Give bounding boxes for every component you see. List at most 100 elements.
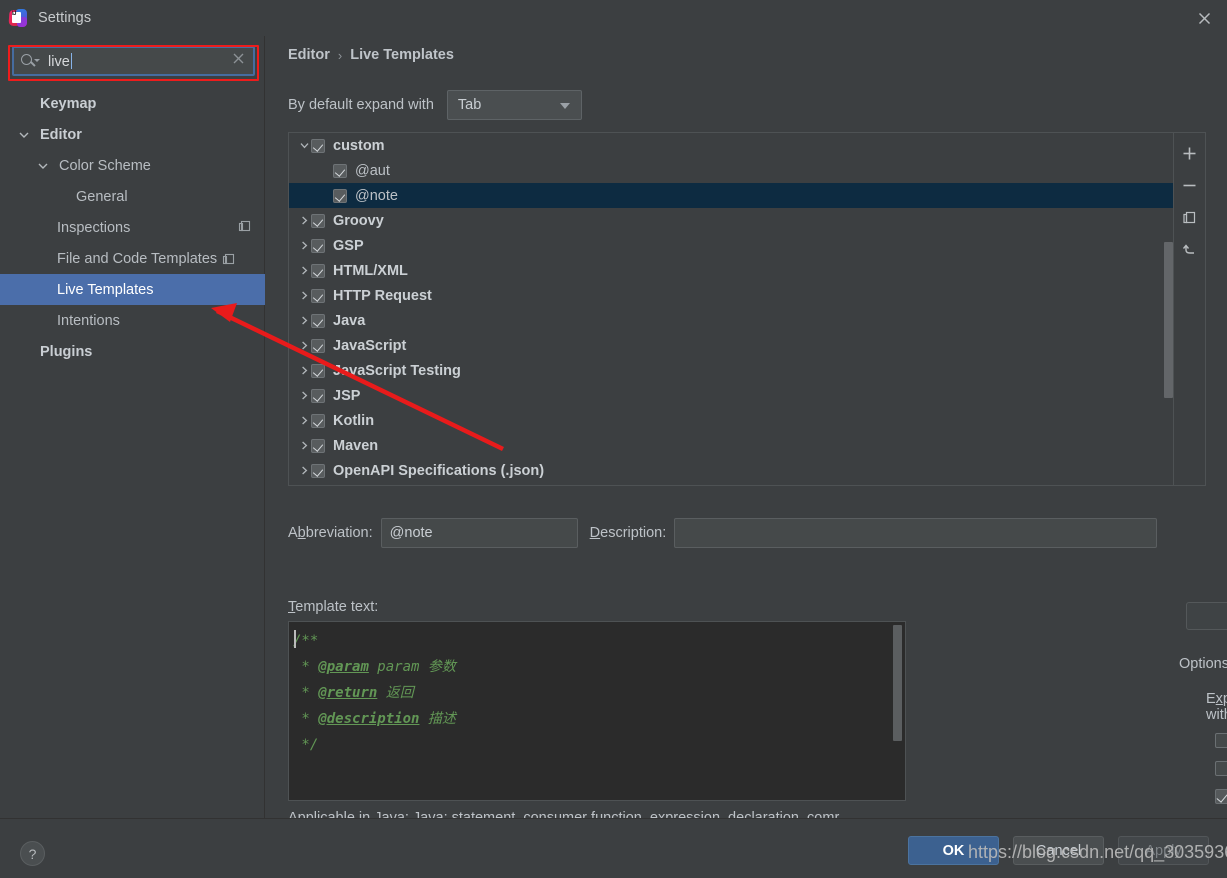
search-input[interactable]: live	[48, 52, 73, 70]
copy-template-button[interactable]	[1174, 201, 1205, 233]
chevron-right-icon[interactable]	[297, 264, 311, 278]
chevron-right-icon[interactable]	[297, 314, 311, 328]
checkbox[interactable]	[1215, 732, 1227, 748]
tree-row[interactable]: @aut	[289, 158, 1173, 183]
sidebar-item-intentions[interactable]: Intentions	[0, 305, 265, 336]
tree-row-checkbox[interactable]	[311, 238, 325, 253]
tree-row[interactable]: OpenAPI Specifications (.json)	[289, 458, 1173, 483]
sidebar-item-file-and-code-templates[interactable]: File and Code Templates	[0, 243, 265, 274]
breadcrumb: Editor › Live Templates	[288, 47, 454, 63]
tree-row-checkbox[interactable]	[311, 388, 325, 403]
chevron-right-icon[interactable]	[297, 339, 311, 353]
chevron-right-icon[interactable]	[297, 289, 311, 303]
tree-row[interactable]: Maven	[289, 433, 1173, 458]
title-bar: IJ Settings	[0, 0, 1227, 36]
expand-with-label: Expand with	[1206, 691, 1227, 723]
close-icon[interactable]	[1181, 0, 1227, 36]
tree-row-checkbox[interactable]	[311, 338, 325, 353]
add-template-button[interactable]	[1174, 137, 1205, 169]
chevron-right-icon[interactable]	[297, 414, 311, 428]
checkbox[interactable]	[1215, 760, 1227, 776]
editor-scrollbar[interactable]	[893, 625, 902, 741]
tree-row[interactable]: GSP	[289, 233, 1173, 258]
chevron-right-icon[interactable]	[297, 464, 311, 478]
tree-row-label: GSP	[333, 237, 364, 254]
chevron-right-icon[interactable]	[297, 389, 311, 403]
revert-template-button[interactable]	[1174, 233, 1205, 265]
tree-row-checkbox[interactable]	[333, 163, 347, 178]
twisty-placeholder	[319, 189, 333, 203]
breadcrumb-parent[interactable]: Editor	[288, 47, 330, 63]
chevron-right-icon[interactable]	[297, 439, 311, 453]
tree-row-checkbox[interactable]	[311, 138, 325, 153]
default-expand-select[interactable]: Tab	[446, 90, 582, 120]
tree-row[interactable]: Kotlin	[289, 408, 1173, 433]
tree-row-checkbox[interactable]	[311, 288, 325, 303]
tree-row-label: Maven	[333, 437, 379, 454]
live-templates-tree-panel: custom @aut @note Groovy GSP HTML/XML HT…	[288, 132, 1206, 486]
tree-row-checkbox[interactable]	[311, 413, 325, 428]
checkbox[interactable]	[1215, 788, 1227, 804]
help-button[interactable]: ?	[20, 841, 45, 866]
option-use-static-import-if-possible[interactable]: Use static import if possible	[1215, 754, 1227, 782]
tree-row[interactable]: Java	[289, 308, 1173, 333]
breadcrumb-current: Live Templates	[350, 47, 454, 63]
live-templates-tree[interactable]: custom @aut @note Groovy GSP HTML/XML HT…	[289, 133, 1174, 485]
tree-row[interactable]: custom	[289, 133, 1173, 158]
tree-row[interactable]: JavaScript	[289, 333, 1173, 358]
tree-row-label: OpenAPI Specifications (.json)	[333, 462, 545, 479]
options-legend-label: Options	[1179, 656, 1227, 672]
revert-icon	[1182, 244, 1194, 254]
chevron-right-icon[interactable]	[297, 364, 311, 378]
sidebar-item-editor[interactable]: Editor	[0, 119, 265, 150]
sidebar-item-plugins[interactable]: Plugins	[0, 336, 265, 367]
settings-sidebar: live Keymap Editor Color Scheme General …	[0, 36, 265, 818]
tree-row-checkbox[interactable]	[311, 263, 325, 278]
search-input-value: live	[48, 53, 70, 70]
sidebar-item-keymap[interactable]: Keymap	[0, 88, 265, 119]
description-input[interactable]	[674, 518, 1158, 548]
tree-row-checkbox[interactable]	[311, 438, 325, 453]
minus-icon	[1183, 184, 1196, 186]
description-label: Description:	[589, 525, 667, 541]
tree-row[interactable]: Groovy	[289, 208, 1173, 233]
tree-row[interactable]: HTML/XML	[289, 258, 1173, 283]
tree-row-checkbox[interactable]	[311, 363, 325, 378]
sidebar-item-live-templates[interactable]: Live Templates	[0, 274, 265, 305]
sidebar-item-general[interactable]: General	[0, 181, 265, 212]
tree-row-label: @note	[355, 187, 398, 204]
tree-row-label: custom	[333, 137, 385, 154]
tree-row-checkbox[interactable]	[311, 213, 325, 228]
chevron-right-icon[interactable]	[297, 239, 311, 253]
chevron-down-icon[interactable]	[37, 160, 49, 172]
plus-icon	[1183, 147, 1196, 159]
chevron-down-icon[interactable]	[18, 129, 30, 141]
remove-template-button[interactable]	[1174, 169, 1205, 201]
option-shorten-fq-names[interactable]: Shorten FQ names	[1215, 782, 1227, 810]
tree-row[interactable]: @note	[289, 183, 1173, 208]
tree-row-checkbox[interactable]	[333, 188, 347, 203]
template-text-editor[interactable]: /** * @param param 参数 * @return 返回 * @de…	[288, 621, 906, 801]
template-text-code: /** * @param param 参数 * @return 返回 * @de…	[293, 633, 456, 753]
logo-text: IJ	[12, 11, 17, 17]
chevron-right-icon[interactable]	[297, 214, 311, 228]
tree-row-checkbox[interactable]	[311, 463, 325, 478]
search-icon[interactable]	[20, 53, 42, 69]
chevron-down-icon[interactable]	[297, 139, 311, 153]
tree-row[interactable]: JavaScript Testing	[289, 358, 1173, 383]
twisty-placeholder	[319, 164, 333, 178]
sidebar-item-inspections[interactable]: Inspections	[0, 212, 265, 243]
tree-row[interactable]: HTTP Request	[289, 283, 1173, 308]
edit-variables-button[interactable]: Edit variables	[1186, 602, 1227, 630]
tree-scrollbar[interactable]	[1164, 242, 1173, 398]
settings-nav-list: Keymap Editor Color Scheme General Inspe…	[0, 88, 265, 367]
abbreviation-input[interactable]: @note	[380, 518, 578, 548]
tree-row[interactable]: JSP	[289, 383, 1173, 408]
sidebar-item-color-scheme[interactable]: Color Scheme	[0, 150, 265, 181]
search-field-wrapper[interactable]: live	[12, 46, 255, 76]
tree-row-checkbox[interactable]	[311, 313, 325, 328]
help-icon: ?	[28, 845, 37, 862]
option-reformat-according-to-style[interactable]: Reformat according to style	[1215, 726, 1227, 754]
tree-row-label: Kotlin	[333, 412, 375, 429]
clear-icon[interactable]	[231, 51, 246, 66]
